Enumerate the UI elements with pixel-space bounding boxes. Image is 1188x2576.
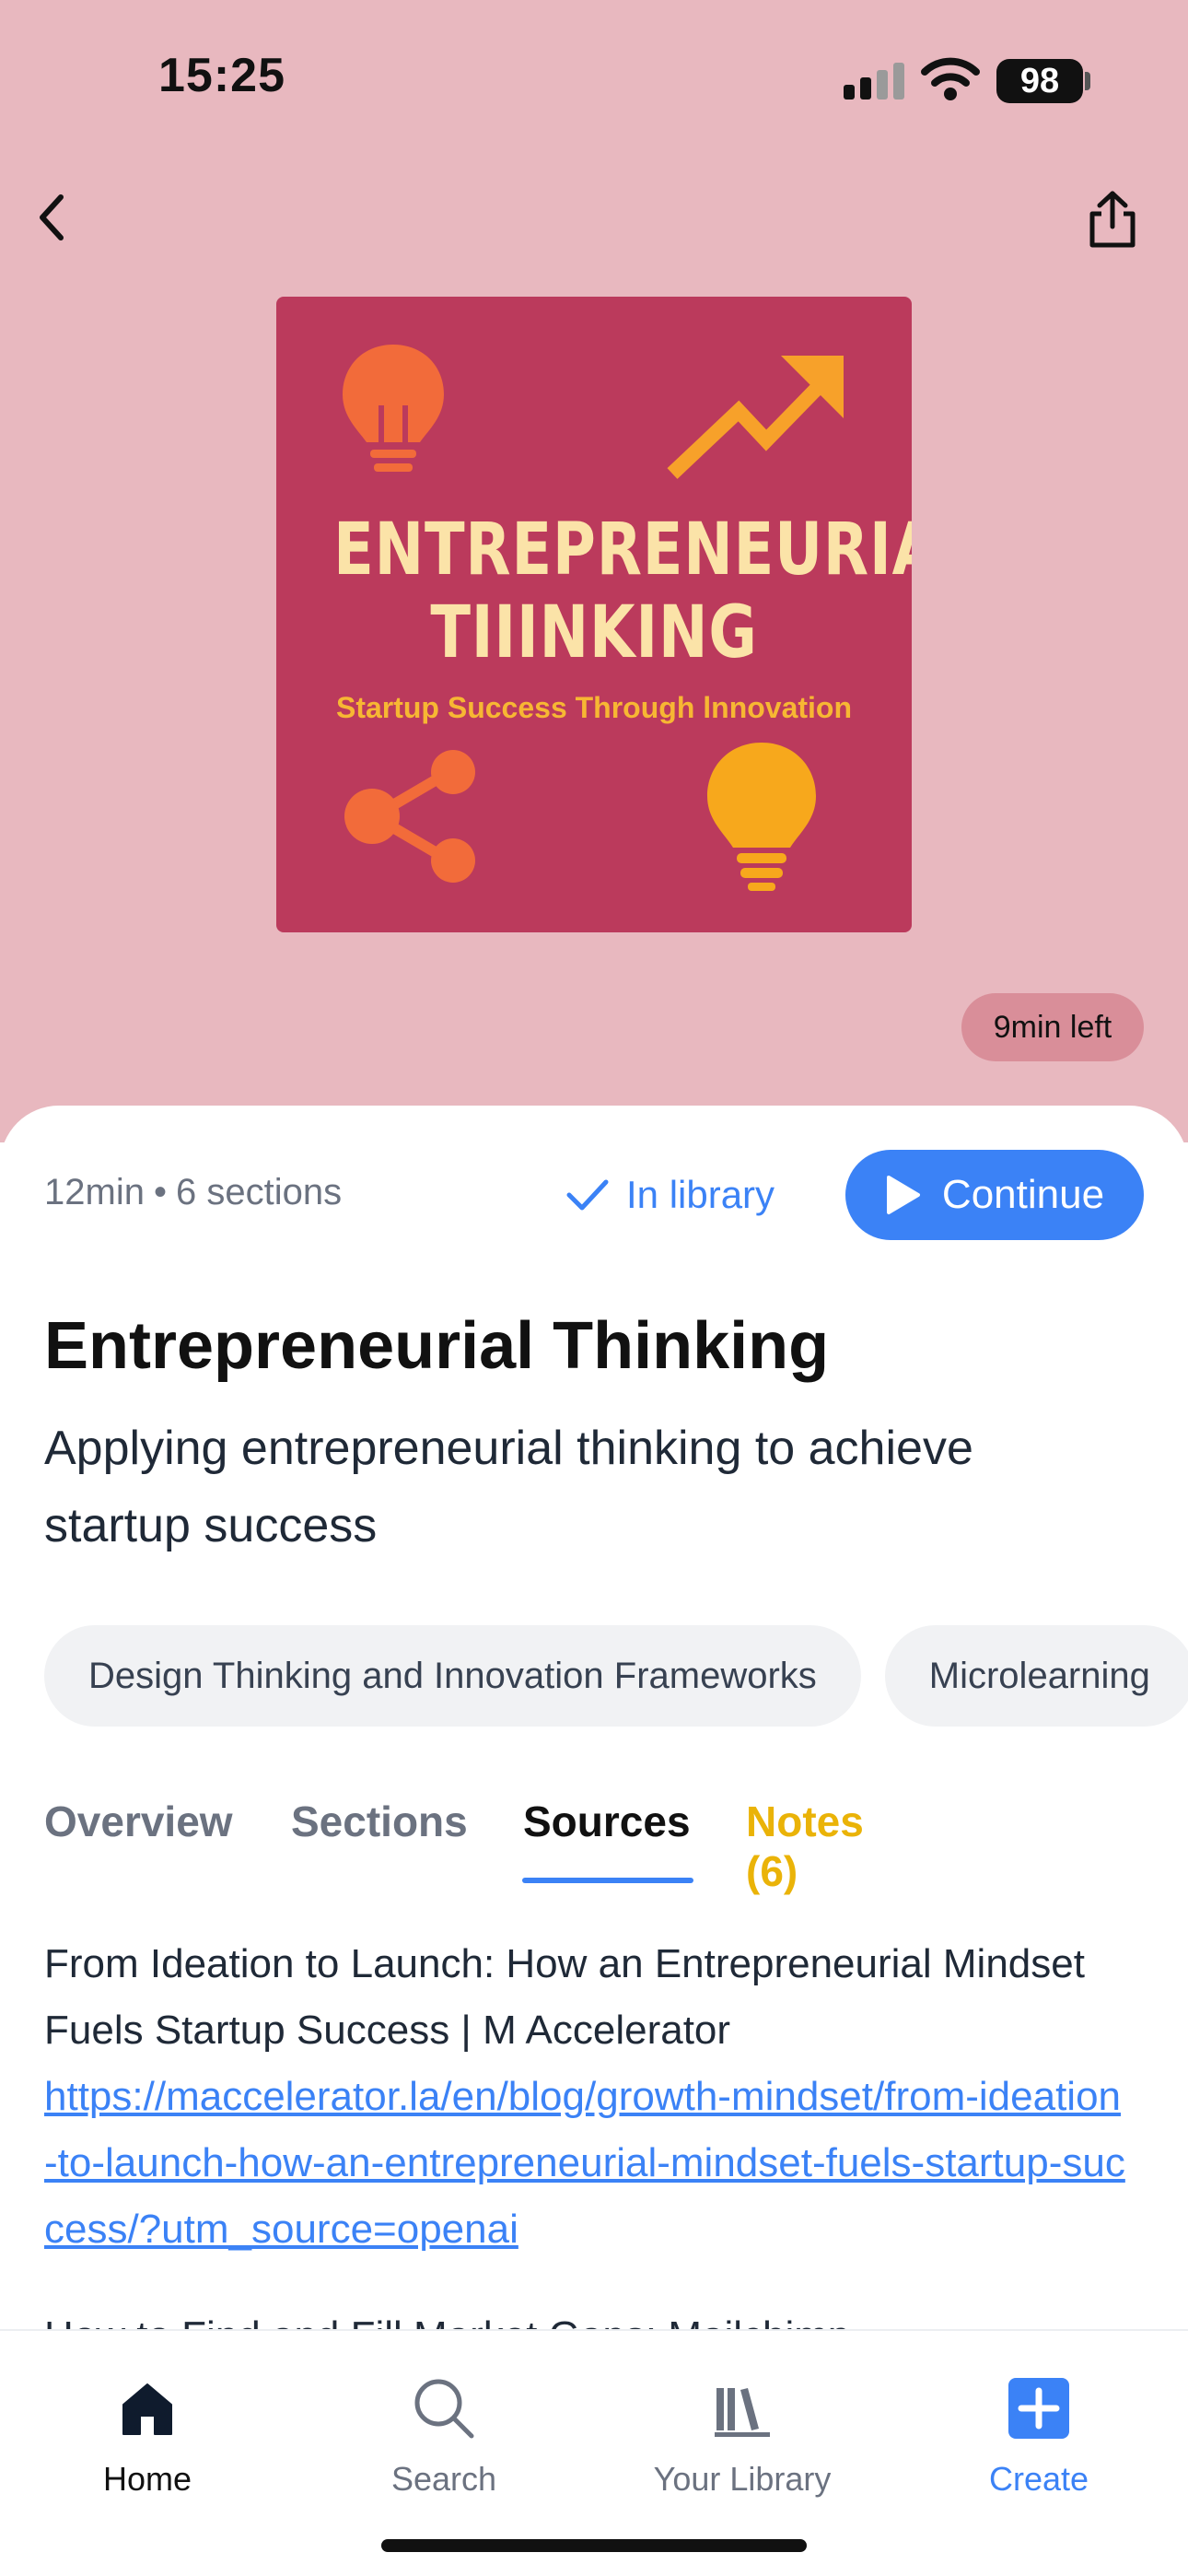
tab-overview[interactable]: Overview bbox=[44, 1797, 233, 1846]
source-title: From Ideation to Launch: How an Entrepre… bbox=[44, 1941, 1085, 2053]
tab-sources[interactable]: Sources bbox=[523, 1797, 691, 1846]
tab-bar-create[interactable]: Create bbox=[928, 2331, 1149, 2515]
share-nodes-icon bbox=[344, 750, 475, 883]
course-subtitle: Applying entrepreneurial thinking to ach… bbox=[44, 1422, 973, 1552]
cover-image: ENTREPRENEURIAL TIIINKING Startup Succes… bbox=[276, 297, 912, 932]
cover-subtitle: Startup Success Through lnnovation bbox=[335, 691, 853, 724]
active-tab-indicator bbox=[522, 1878, 693, 1883]
course-title: Entrepreneurial Thinking bbox=[44, 1309, 830, 1383]
sections-count: 6 sections bbox=[175, 1172, 343, 1212]
status-time: 15:25 bbox=[158, 49, 285, 102]
home-indicator bbox=[381, 2539, 807, 2552]
lightbulb-icon bbox=[343, 345, 444, 472]
library-icon bbox=[705, 2371, 779, 2445]
tab-notes[interactable]: Notes (6) bbox=[746, 1797, 864, 1896]
topic-chips: Design Thinking and Innovation Framework… bbox=[44, 1625, 1188, 1727]
play-icon bbox=[886, 1176, 920, 1214]
search-icon bbox=[407, 2371, 481, 2445]
continue-label: Continue bbox=[941, 1172, 1105, 1217]
topic-chip[interactable]: Design Thinking and Innovation Framework… bbox=[44, 1625, 861, 1727]
battery-icon: 98 bbox=[996, 59, 1083, 103]
back-button[interactable] bbox=[24, 181, 79, 254]
in-library-button[interactable]: In library bbox=[565, 1163, 775, 1227]
time-left-badge: 9min left bbox=[961, 993, 1144, 1061]
checkmark-icon bbox=[566, 1179, 609, 1211]
topic-chip[interactable]: Microlearning bbox=[884, 1625, 1188, 1727]
wifi-icon bbox=[921, 57, 980, 100]
share-icon bbox=[1089, 191, 1136, 248]
lightbulb-icon bbox=[707, 743, 816, 891]
course-meta: 12min • 6 sections bbox=[44, 1172, 342, 1213]
tab-bar-library[interactable]: Your Library bbox=[632, 2331, 853, 2515]
trend-arrow-icon bbox=[667, 356, 844, 479]
tab-bar-label: Create bbox=[988, 2460, 1089, 2498]
tab-sections[interactable]: Sections bbox=[291, 1797, 468, 1846]
tab-bar-home[interactable]: Home bbox=[37, 2331, 258, 2515]
meta-separator: • bbox=[153, 1172, 167, 1212]
status-bar: 15:25 98 bbox=[0, 0, 1188, 157]
cover-title-line1: ENTREPRENEURIAL bbox=[333, 509, 912, 591]
in-library-label: In library bbox=[626, 1173, 775, 1216]
home-icon bbox=[111, 2371, 184, 2445]
continue-button[interactable]: Continue bbox=[845, 1150, 1144, 1240]
chevron-left-icon bbox=[40, 194, 64, 240]
source-title: How to Find and Fill Market Gaps: Mailch… bbox=[44, 2303, 1131, 2331]
battery-tip bbox=[1085, 72, 1090, 90]
tab-bar-label: Home bbox=[102, 2460, 192, 2498]
share-button[interactable] bbox=[1083, 184, 1142, 254]
source-link[interactable]: https://maccelerator.la/en/blog/growth-m… bbox=[44, 2064, 1131, 2263]
cellular-signal-icon bbox=[844, 63, 904, 100]
tab-bar-label: Search bbox=[390, 2460, 497, 2498]
plus-square-icon bbox=[1002, 2371, 1076, 2445]
tab-bar-label: Your Library bbox=[653, 2460, 832, 2498]
cover-title-line2: TIIINKING bbox=[430, 591, 758, 674]
duration-text: 12min bbox=[44, 1172, 145, 1212]
tab-bar-search[interactable]: Search bbox=[333, 2331, 554, 2515]
